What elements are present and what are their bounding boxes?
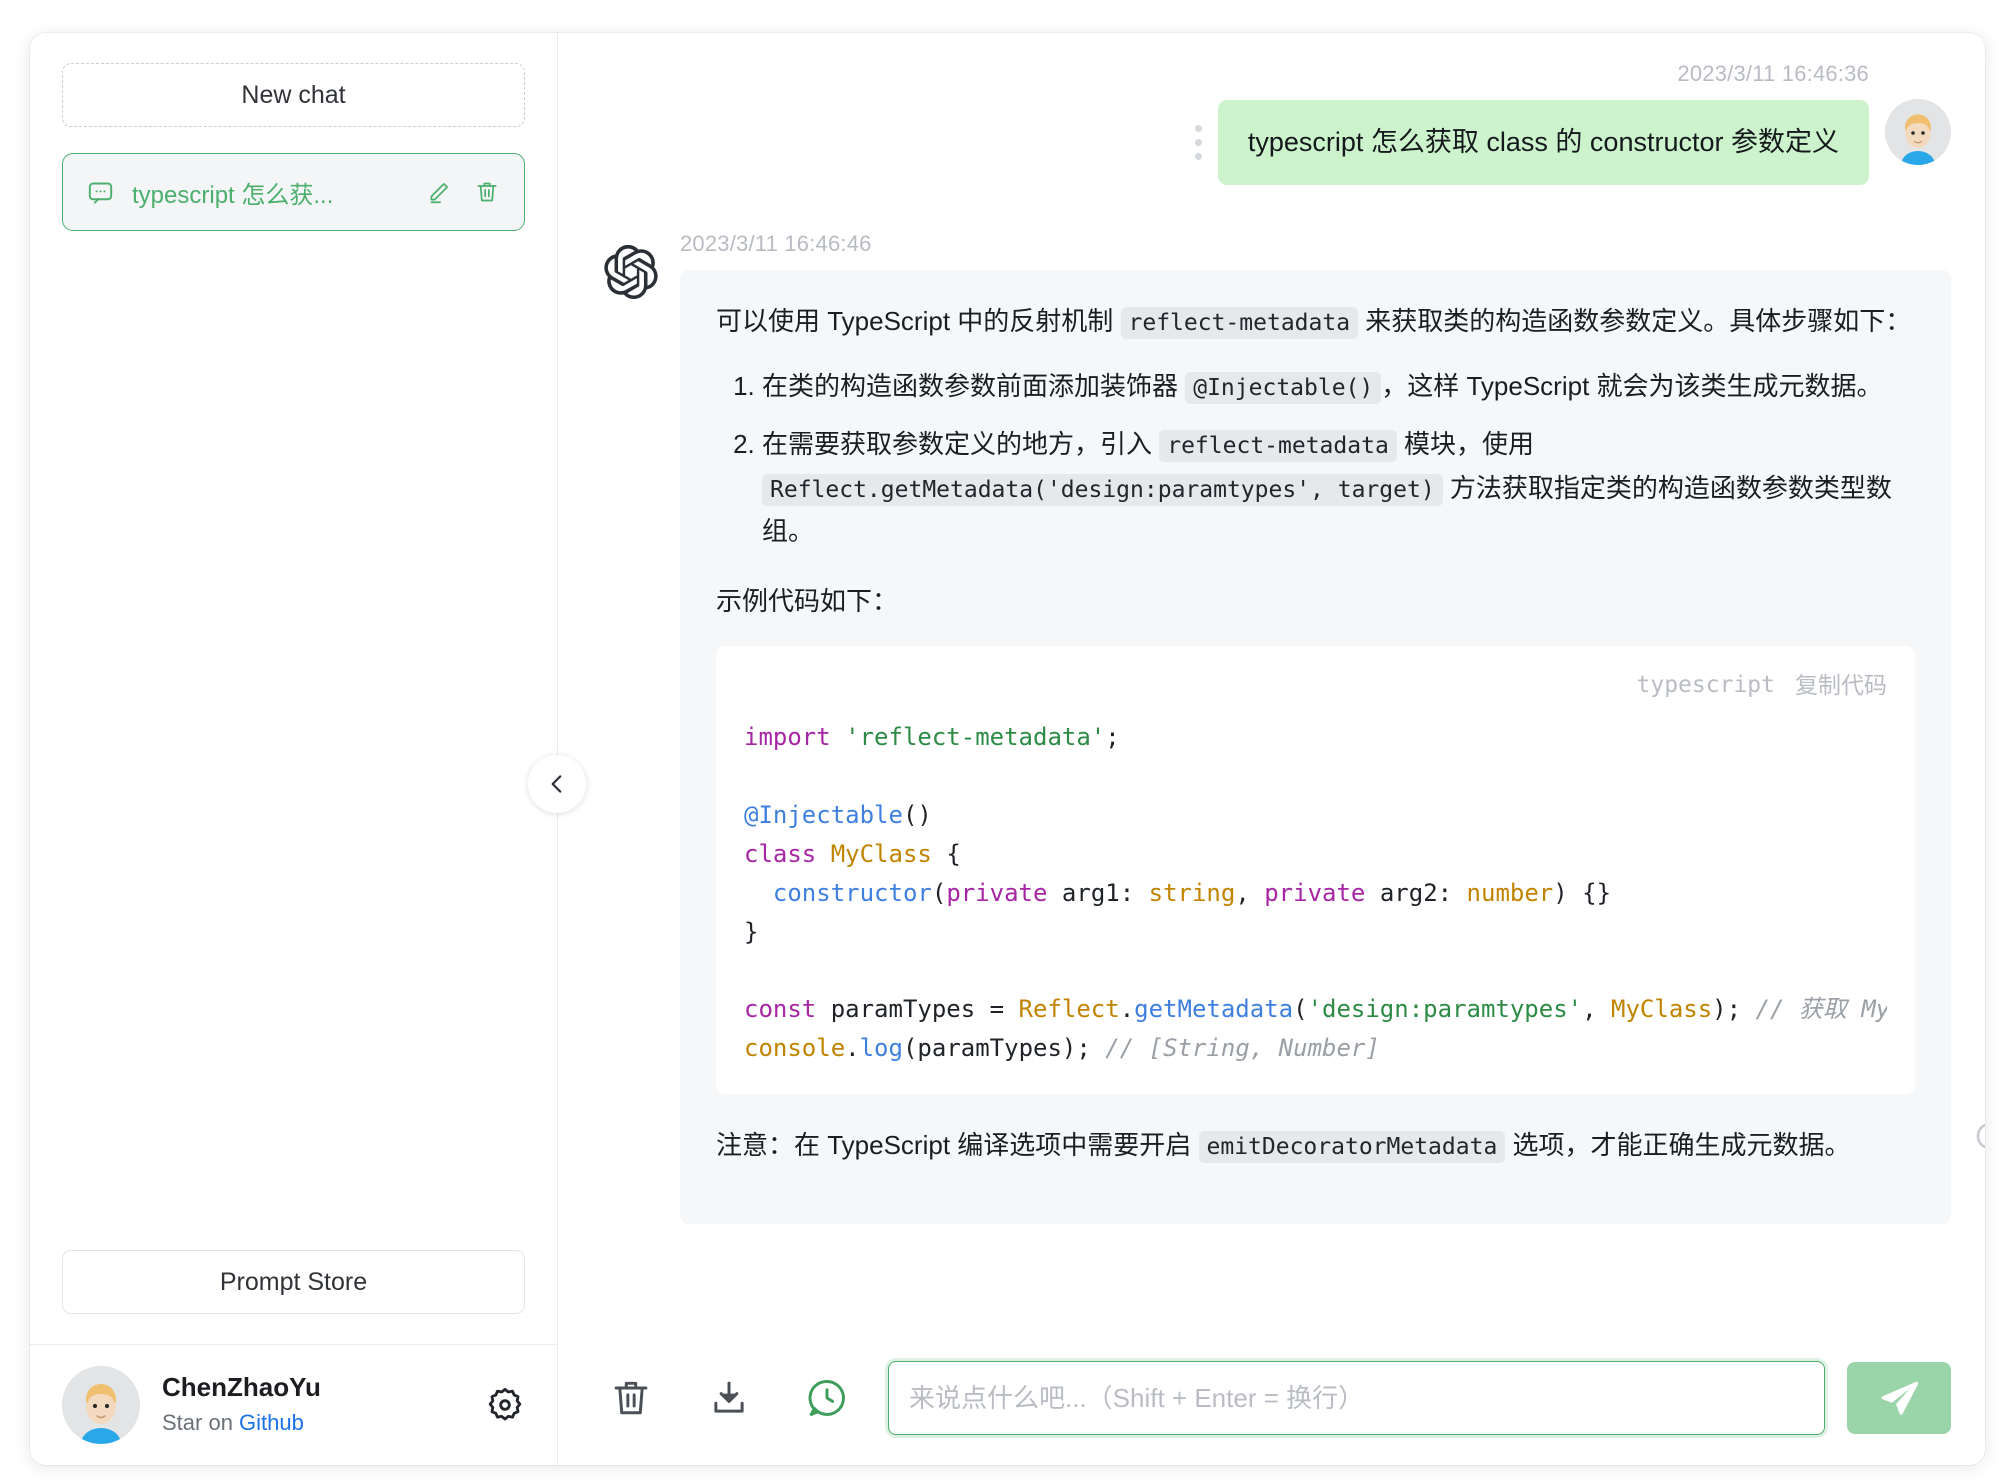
clear-conversation-button[interactable] (604, 1371, 658, 1425)
chat-list-item-title: typescript 怎么获... (132, 181, 334, 209)
user-message: 2023/3/11 16:46:36 typescript 怎么获取 class… (604, 61, 1951, 185)
user-meta: ChenZhaoYu Star on Github (162, 1371, 463, 1438)
assistant-paragraph-1: 可以使用 TypeScript 中的反射机制 reflect-metadata … (716, 300, 1915, 344)
inline-code: reflect-metadata (1120, 306, 1359, 339)
sidebar-top: New chat (30, 33, 557, 127)
chat-clock-icon (806, 1377, 848, 1419)
export-conversation-button[interactable] (702, 1371, 756, 1425)
new-chat-button[interactable]: New chat (62, 63, 525, 127)
step-2-text-a: 在需要获取参数定义的地方，引入 (762, 428, 1160, 459)
step-1-text-b: ，这样 TypeScript 就会为该类生成元数据。 (1381, 371, 1883, 402)
openai-logo-icon (604, 244, 658, 299)
assistant-message-timestamp: 2023/3/11 16:46:46 (680, 230, 872, 256)
send-icon (1878, 1377, 1920, 1419)
sidebar: New chat typescript 怎么获... Prompt Store … (30, 33, 586, 1465)
trash-icon (610, 1377, 652, 1419)
step-list: 在类的构造函数参数前面添加装饰器 @Injectable()，这样 TypeSc… (716, 365, 1915, 554)
sidebar-collapse-button[interactable] (528, 755, 586, 813)
main-panel: 2023/3/11 16:46:36 typescript 怎么获取 class… (558, 33, 1985, 1465)
code-language-label: typescript (1636, 671, 1775, 698)
user-avatar (1885, 99, 1951, 165)
user-bubble-row: typescript 怎么获取 class 的 constructor 参数定义 (1194, 100, 1869, 185)
sidebar-footer: ChenZhaoYu Star on Github (30, 1344, 557, 1465)
step-1-text-a: 在类的构造函数参数前面添加装饰器 (762, 371, 1186, 402)
user-subtitle: Star on Github (162, 1408, 463, 1439)
assistant-message: 2023/3/11 16:46:46 可以使用 TypeScript 中的反射机… (604, 230, 1985, 1224)
star-prefix: Star on (162, 1409, 240, 1435)
code-block: typescript 复制代码 import 'reflect-metadata… (716, 645, 1915, 1095)
assistant-message-bubble: 可以使用 TypeScript 中的反射机制 reflect-metadata … (680, 269, 1985, 1224)
user-name: ChenZhaoYu (162, 1372, 321, 1403)
assistant-message-column: 2023/3/11 16:46:46 可以使用 TypeScript 中的反射机… (680, 230, 1985, 1224)
paragraph-1-text-a: 可以使用 TypeScript 中的反射机制 (716, 305, 1121, 336)
pencil-icon[interactable] (426, 179, 452, 205)
assistant-note: 注意：在 TypeScript 编译选项中需要开启 emitDecoratorM… (716, 1124, 1915, 1168)
code-content: import 'reflect-metadata'; @Injectable()… (744, 723, 1887, 1063)
send-button[interactable] (1847, 1362, 1951, 1434)
refresh-icon[interactable] (1973, 1119, 1985, 1153)
new-chat-label: New chat (241, 80, 346, 109)
prompt-store-label: Prompt Store (219, 1267, 368, 1296)
code-block-header: typescript 复制代码 (744, 666, 1887, 705)
user-message-column: 2023/3/11 16:46:36 typescript 怎么获取 class… (1194, 61, 1869, 185)
example-label: 示例代码如下： (716, 585, 899, 616)
chat-list-item-actions (426, 179, 500, 205)
paragraph-1-text-b: 来获取类的构造函数参数定义。具体步骤如下： (1358, 305, 1912, 336)
step-item: 在需要获取参数定义的地方，引入 reflect-metadata 模块，使用 R… (762, 423, 1915, 554)
inline-code: @Injectable() (1185, 372, 1382, 405)
message-input-wrapper[interactable] (888, 1361, 1825, 1435)
composer (558, 1337, 1985, 1465)
more-vertical-icon[interactable] (1194, 124, 1202, 160)
history-button[interactable] (800, 1371, 854, 1425)
user-message-timestamp: 2023/3/11 16:46:36 (1677, 61, 1869, 86)
chevron-left-icon (544, 771, 570, 797)
assistant-action-rail (1973, 1119, 1985, 1206)
chat-list-item[interactable]: typescript 怎么获... (62, 153, 525, 231)
step-2-text-b: 模块，使用 (1396, 428, 1535, 459)
user-message-bubble: typescript 怎么获取 class 的 constructor 参数定义 (1217, 100, 1869, 185)
step-item: 在类的构造函数参数前面添加装饰器 @Injectable()，这样 TypeSc… (762, 365, 1915, 409)
copy-code-button[interactable]: 复制代码 (1795, 666, 1887, 705)
gear-icon (485, 1385, 525, 1425)
inline-code: emitDecoratorMetadata (1198, 1131, 1506, 1164)
prompt-store-button[interactable]: Prompt Store (62, 1250, 525, 1314)
github-link[interactable]: Github (239, 1410, 304, 1435)
message-input[interactable] (907, 1381, 1806, 1415)
app-window: New chat typescript 怎么获... Prompt Store … (30, 33, 1985, 1465)
inline-code: Reflect.getMetadata('design:paramtypes',… (762, 473, 1443, 506)
avatar (62, 1366, 140, 1444)
download-icon (708, 1377, 750, 1419)
note-text-a: 注意：在 TypeScript 编译选项中需要开启 (716, 1130, 1199, 1161)
note-text-b: 选项，才能正确生成元数据。 (1505, 1130, 1851, 1161)
trash-icon[interactable] (474, 179, 500, 205)
message-icon (87, 179, 114, 206)
sidebar-bottom: Prompt Store (30, 1250, 557, 1314)
message-list: 2023/3/11 16:46:36 typescript 怎么获取 class… (558, 33, 1985, 1337)
settings-button[interactable] (485, 1385, 525, 1425)
inline-code: reflect-metadata (1159, 429, 1397, 462)
chat-list: typescript 怎么获... (30, 127, 557, 231)
